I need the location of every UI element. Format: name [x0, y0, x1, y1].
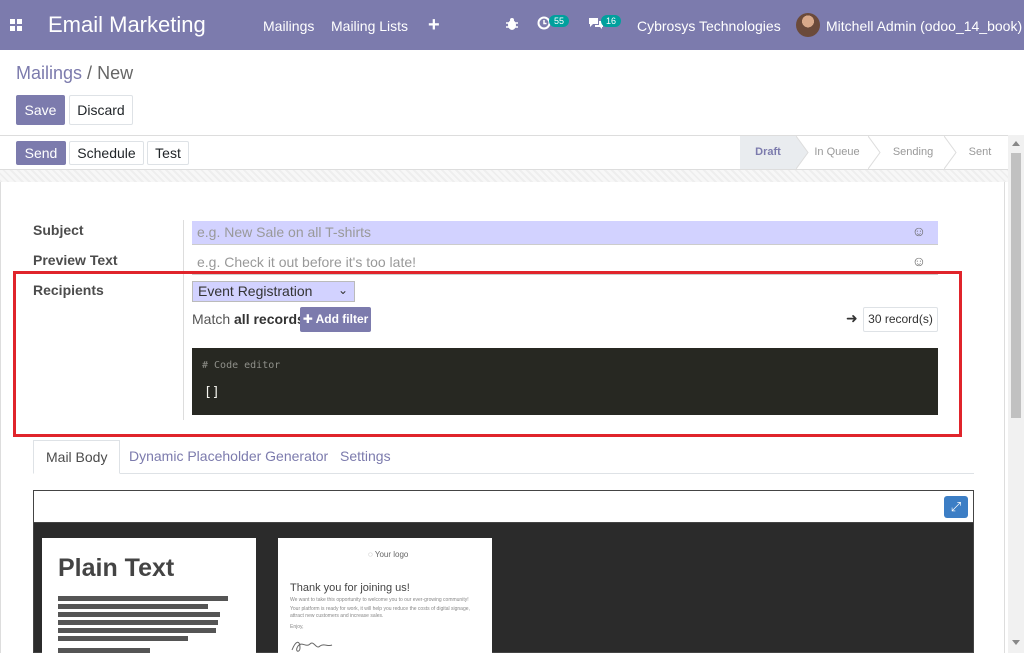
breadcrumb-parent[interactable]: Mailings	[16, 63, 82, 83]
template-text: We want to take this opportunity to welc…	[290, 597, 469, 603]
stage-arrow-3	[944, 136, 957, 169]
emoji-icon[interactable]: ☺	[912, 253, 926, 269]
messages-badge: 16	[601, 15, 622, 27]
bug-icon[interactable]	[505, 17, 519, 31]
editor-toolbar: ⤢	[34, 491, 973, 523]
subject-label: Subject	[33, 222, 84, 238]
company-switcher[interactable]: Cybrosys Technologies	[637, 18, 781, 34]
app-title[interactable]: Email Marketing	[48, 12, 206, 38]
menu-mailings[interactable]: Mailings	[263, 18, 314, 34]
save-button[interactable]: Save	[16, 95, 65, 125]
activity-badge: 55	[549, 15, 570, 27]
template-plain-text[interactable]: Plain Text	[42, 538, 256, 653]
apps-grid-icon[interactable]	[10, 19, 22, 31]
stage-sending[interactable]: Sending	[882, 136, 944, 169]
preview-text-label: Preview Text	[33, 252, 118, 268]
tab-mail-body[interactable]: Mail Body	[33, 440, 121, 474]
emoji-icon[interactable]: ☺	[912, 223, 926, 239]
signature-scribble	[291, 641, 333, 652]
tab-settings[interactable]: Settings	[328, 440, 403, 474]
scroll-down-icon[interactable]	[1012, 640, 1020, 645]
template-text: Enjoy,	[290, 624, 304, 630]
scrollbar-thumb[interactable]	[1011, 153, 1021, 418]
subject-placeholder: e.g. New Sale on all T-shirts	[197, 224, 372, 240]
send-button[interactable]: Send	[16, 141, 66, 165]
expand-icon[interactable]: ⤢	[944, 496, 968, 518]
menu-mailing-lists[interactable]: Mailing Lists	[331, 18, 408, 34]
sheet-background	[0, 170, 1008, 182]
text-line	[58, 636, 188, 641]
breadcrumb-separator: /	[87, 63, 93, 83]
text-line	[58, 628, 216, 633]
template-text: Your platform is ready for work, it will…	[290, 606, 470, 619]
user-menu[interactable]: Mitchell Admin (odoo_14_book)	[826, 18, 1022, 34]
text-line	[58, 612, 220, 617]
stage-sent[interactable]: Sent	[958, 136, 1002, 169]
scroll-up-icon[interactable]	[1012, 141, 1020, 146]
text-line	[58, 604, 208, 609]
tab-dynamic-placeholder-generator[interactable]: Dynamic Placeholder Generator	[117, 440, 340, 474]
highlight-box	[13, 271, 962, 437]
stage-draft: Draft	[740, 136, 796, 169]
top-navbar: Email Marketing Mailings Mailing Lists +…	[0, 0, 1024, 50]
breadcrumb-current: New	[97, 63, 134, 83]
page-scrollbar[interactable]	[1008, 135, 1024, 653]
text-line	[58, 620, 218, 625]
stage-arrow-2	[868, 136, 881, 169]
plus-icon[interactable]: +	[428, 14, 440, 37]
subject-input[interactable]: e.g. New Sale on all T-shirts ☺	[192, 221, 938, 245]
template-logo: ◌ Your logo	[368, 550, 409, 559]
breadcrumb: Mailings / New	[16, 63, 133, 84]
text-line	[58, 596, 228, 601]
template-welcome[interactable]: ◌ Your logo Thank you for joining us! We…	[278, 538, 492, 653]
discard-button[interactable]: Discard	[69, 95, 133, 125]
test-button[interactable]: Test	[147, 141, 189, 165]
avatar[interactable]	[796, 13, 820, 37]
template-title: Plain Text	[58, 554, 175, 582]
notebook-tabs: Mail Body Dynamic Placeholder Generator …	[33, 440, 974, 474]
text-line	[58, 648, 150, 653]
preview-text-placeholder: e.g. Check it out before it's too late!	[197, 254, 417, 270]
stage-in-queue[interactable]: In Queue	[806, 136, 868, 169]
schedule-button[interactable]: Schedule	[69, 141, 144, 165]
template-heading: Thank you for joining us!	[290, 582, 410, 594]
form-statusbar: Send Schedule Test Draft In Queue Sendin…	[0, 135, 1008, 170]
mail-body-editor[interactable]: ⤢ Plain Text ◌ Your logo Thank you for j…	[33, 490, 974, 653]
